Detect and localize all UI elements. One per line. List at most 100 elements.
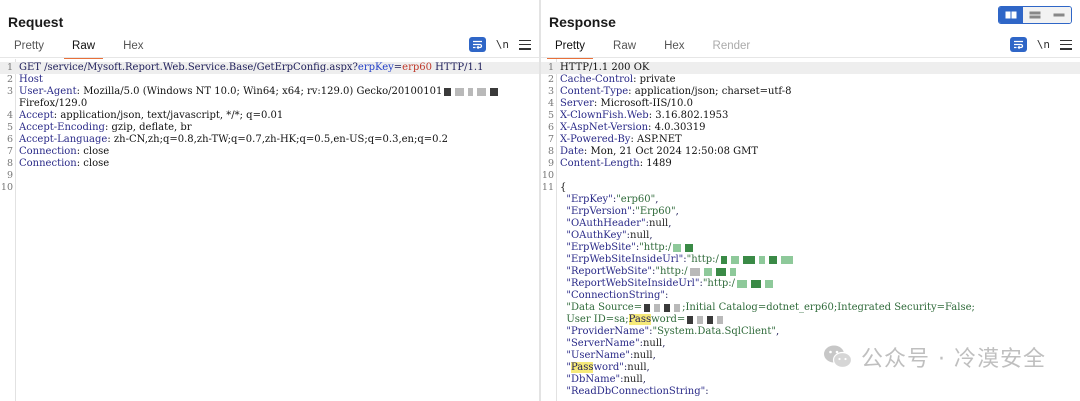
code-line: 4 Server: Microsoft-IIS/10.0: [541, 98, 1080, 110]
line-number: 5: [6, 122, 13, 133]
code-token: "ReadDbConnectionString": [560, 386, 706, 397]
line-number: 7: [6, 146, 13, 157]
redaction-block: [780, 255, 793, 264]
code-text: Connection: close: [19, 158, 535, 170]
redaction-block: [715, 267, 726, 276]
tab-pretty[interactable]: Pretty: [541, 36, 599, 59]
redaction-block: [758, 255, 765, 264]
code-token: null: [633, 350, 653, 361]
line-number: 10: [0, 182, 13, 193]
code-text: Accept-Language: zh-CN,zh;q=0.8,zh-TW;q=…: [19, 134, 535, 146]
code-token: Connection: [19, 158, 77, 169]
code-token: Content-Type: [560, 86, 629, 97]
tab-render[interactable]: Render: [699, 36, 765, 58]
response-tab-underline: [541, 57, 1080, 58]
line-number: 1: [6, 62, 13, 73]
code-token: null: [648, 218, 669, 229]
redaction-block: [768, 255, 777, 264]
code-text: "ProviderName":"System.Data.SqlClient",: [560, 326, 1076, 338]
redaction-block: [729, 267, 736, 276]
code-token: ,: [662, 338, 666, 349]
redaction-block: [673, 243, 682, 252]
response-scrollbar[interactable]: [1074, 4, 1079, 339]
redaction-block: [765, 279, 774, 288]
request-tabs: Pretty Raw Hex: [0, 36, 158, 59]
code-token: : application/json; charset=utf-8: [628, 86, 792, 97]
code-text: Accept-Encoding: gzip, deflate, br: [19, 122, 535, 134]
redaction-block: [490, 87, 499, 96]
code-text: "DbName":null,: [560, 374, 1076, 386]
code-line: 2 Cache-Control: private: [541, 74, 1080, 86]
code-token: null: [627, 362, 647, 373]
code-line: "ErpWebSite":"http:/: [541, 242, 1080, 254]
tabs-layout-icon[interactable]: [1047, 7, 1071, 23]
code-token: "ErpWebSiteInsideUrl": [560, 254, 684, 265]
code-line: 10: [0, 182, 539, 194]
code-token: ,: [655, 194, 659, 205]
code-line: 4 Accept: application/json, text/javascri…: [0, 110, 539, 122]
code-token: ;Initial Catalog=dotnet_erp60;Integrated…: [682, 302, 975, 313]
code-line: "ErpKey":"erp60",: [541, 194, 1080, 206]
split-horizontal-icon[interactable]: [999, 7, 1023, 23]
code-line: "Data Source= ;Initial Catalog=dotnet_erp…: [541, 302, 1080, 314]
code-token: : Mon, 21 Oct 2024 12:50:08 GMT: [583, 146, 759, 157]
code-token: : ASP.NET: [630, 134, 682, 145]
code-token: "System.Data.SqlClient": [652, 326, 776, 337]
code-text: "ErpVersion":"Erp60",: [560, 206, 1076, 218]
code-token: "ConnectionString": [560, 290, 665, 301]
wrap-lines-icon[interactable]: [468, 37, 486, 52]
request-editor[interactable]: 1 GET /service/Mysoft.Report.Web.Service.…: [0, 59, 539, 401]
code-line: User ID=sa;Password=: [541, 314, 1080, 326]
tab-hex[interactable]: Hex: [650, 36, 698, 58]
response-title: Response: [549, 14, 616, 30]
tab-raw[interactable]: Raw: [58, 36, 109, 59]
code-text: Host: [19, 74, 535, 86]
code-text: Content-Type: application/json; charset=…: [560, 86, 1076, 98]
tab-raw[interactable]: Raw: [599, 36, 650, 58]
code-token: "ErpWebSite": [560, 242, 636, 253]
code-line: Firefox/129.0: [0, 98, 539, 110]
code-token: X-AspNet-Version: [560, 122, 649, 133]
redaction-block: [674, 303, 681, 312]
code-line: 7 X-Powered-By: ASP.NET: [541, 134, 1080, 146]
wrap-lines-icon[interactable]: [1009, 37, 1027, 52]
code-token: "Data Source=: [560, 302, 643, 313]
line-number: 1: [547, 62, 554, 73]
code-line: "ConnectionString":: [541, 290, 1080, 302]
code-line: 1 HTTP/1.1 200 OK: [541, 62, 1080, 74]
redaction-block: [455, 87, 465, 96]
code-text: {: [560, 182, 1076, 194]
code-token: :: [665, 290, 669, 301]
code-line: 10: [541, 170, 1080, 182]
code-token: ": [560, 362, 571, 373]
code-token: Pass: [570, 362, 594, 373]
tab-hex[interactable]: Hex: [109, 36, 157, 58]
code-line: "ReportWebSite":"http:/: [541, 266, 1080, 278]
line-number: 6: [6, 134, 13, 145]
code-token: "UserName": [560, 350, 630, 361]
code-text: Firefox/129.0: [19, 98, 535, 110]
split-vertical-icon[interactable]: [1023, 7, 1047, 23]
newline-toggle[interactable]: \n: [496, 38, 509, 51]
code-line: "ReportWebSiteInsideUrl":"http:/: [541, 278, 1080, 290]
code-text: "ReportWebSite":"http:/: [560, 266, 1076, 278]
code-token: ,: [646, 362, 650, 373]
request-title: Request: [8, 14, 64, 30]
hamburger-menu-icon[interactable]: [1060, 39, 1072, 50]
code-text: Server: Microsoft-IIS/10.0: [560, 98, 1076, 110]
code-token: HTTP/1.1 200 OK: [560, 62, 650, 73]
hamburger-menu-icon[interactable]: [519, 39, 531, 50]
redaction-block: [644, 303, 651, 312]
code-line: 5 Accept-Encoding: gzip, deflate, br: [0, 122, 539, 134]
code-token: Connection: [19, 146, 77, 157]
code-token: Server: [560, 98, 594, 109]
code-text: HTTP/1.1 200 OK: [560, 62, 1076, 74]
tab-pretty[interactable]: Pretty: [0, 36, 58, 58]
newline-toggle[interactable]: \n: [1037, 38, 1050, 51]
code-token: User ID=sa;: [560, 314, 629, 325]
code-token: erp60: [402, 62, 432, 73]
code-token: User-Agent: [19, 86, 77, 97]
line-number: 9: [6, 170, 13, 181]
code-token: : 4.0.30319: [648, 122, 706, 133]
code-token: Cache-Control: [560, 74, 634, 85]
